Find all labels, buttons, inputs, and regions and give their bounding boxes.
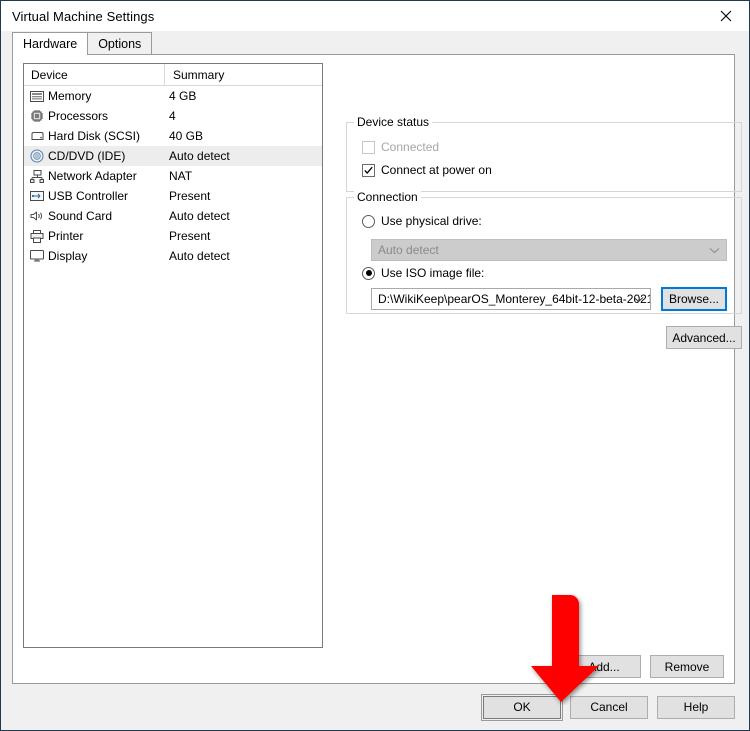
close-icon[interactable] bbox=[703, 1, 749, 31]
hardware-tab-panel: Device Summary Memory 4 GB Processors 4 … bbox=[12, 54, 742, 684]
connection-group: Connection Use physical drive: Auto dete… bbox=[346, 191, 742, 314]
device-summary: NAT bbox=[169, 169, 193, 183]
usb-controller-icon bbox=[29, 188, 45, 204]
iso-path-value: D:\WikiKeep\pearOS_Monterey_64bit-12-bet… bbox=[378, 292, 650, 306]
device-name: Memory bbox=[48, 89, 92, 103]
column-header-device: Device bbox=[31, 67, 68, 82]
connected-checkbox-row: Connected bbox=[362, 140, 439, 154]
dialog-footer: OK Cancel Help bbox=[1, 684, 749, 730]
use-iso-image-radio[interactable] bbox=[362, 266, 375, 280]
connect-at-power-on-row[interactable]: Connect at power on bbox=[362, 163, 492, 177]
window-title: Virtual Machine Settings bbox=[12, 8, 155, 24]
device-summary: Auto detect bbox=[169, 149, 230, 163]
virtual-machine-settings-window: Virtual Machine Settings Hardware Option… bbox=[0, 0, 750, 731]
table-row[interactable]: Sound Card Auto detect bbox=[24, 206, 322, 226]
tab-strip: Hardware Options bbox=[1, 31, 749, 55]
device-summary: Present bbox=[169, 189, 211, 203]
cd-dvd-icon bbox=[29, 148, 45, 164]
device-name: Sound Card bbox=[48, 209, 113, 223]
table-row[interactable]: Network Adapter NAT bbox=[24, 166, 322, 186]
connected-label: Connected bbox=[381, 140, 440, 154]
table-row[interactable]: Processors 4 bbox=[24, 106, 322, 126]
connect-at-power-on-label: Connect at power on bbox=[381, 163, 492, 177]
device-summary: 4 GB bbox=[169, 89, 197, 103]
iso-path-combobox[interactable]: D:\WikiKeep\pearOS_Monterey_64bit-12-bet… bbox=[371, 288, 651, 310]
physical-drive-dropdown: Auto detect bbox=[371, 239, 727, 261]
device-summary: Auto detect bbox=[169, 209, 230, 223]
use-physical-drive-label: Use physical drive: bbox=[381, 214, 482, 228]
device-list-buttons: Add... Remove bbox=[13, 655, 734, 678]
physical-drive-value: Auto detect bbox=[378, 243, 439, 257]
table-row[interactable]: Display Auto detect bbox=[24, 246, 322, 266]
table-row[interactable]: USB Controller Present bbox=[24, 186, 322, 206]
hard-disk-icon bbox=[29, 128, 45, 144]
use-iso-image-label: Use ISO image file: bbox=[381, 266, 485, 280]
tab-hardware-label: Hardware bbox=[23, 37, 78, 51]
device-name: CD/DVD (IDE) bbox=[48, 149, 126, 163]
device-summary: Auto detect bbox=[169, 249, 230, 263]
memory-icon bbox=[29, 88, 45, 104]
cancel-button[interactable]: Cancel bbox=[570, 695, 648, 719]
table-row[interactable]: CD/DVD (IDE) Auto detect bbox=[24, 146, 322, 166]
tab-options-label: Options bbox=[98, 36, 142, 51]
table-row[interactable]: Memory 4 GB bbox=[24, 86, 322, 106]
table-row[interactable]: Hard Disk (SCSI) 40 GB bbox=[24, 126, 322, 146]
device-name: Network Adapter bbox=[48, 169, 137, 183]
device-status-title: Device status bbox=[354, 116, 433, 129]
table-row[interactable]: Printer Present bbox=[24, 226, 322, 246]
device-list-header: Device Summary bbox=[24, 64, 322, 86]
remove-button[interactable]: Remove bbox=[650, 655, 724, 678]
device-name: Printer bbox=[48, 229, 84, 243]
network-adapter-icon bbox=[29, 168, 45, 184]
help-button[interactable]: Help bbox=[657, 695, 735, 719]
device-name: USB Controller bbox=[48, 189, 129, 203]
add-button[interactable]: Add... bbox=[567, 655, 641, 678]
device-name: Processors bbox=[48, 109, 109, 123]
use-iso-image-row[interactable]: Use ISO image file: bbox=[362, 266, 484, 280]
chevron-down-icon bbox=[709, 243, 720, 257]
column-header-summary: Summary bbox=[173, 67, 225, 82]
printer-icon bbox=[29, 228, 45, 244]
device-summary: Present bbox=[169, 229, 211, 243]
use-physical-drive-radio[interactable] bbox=[362, 214, 375, 228]
tab-options[interactable]: Options bbox=[87, 32, 153, 54]
tab-hardware[interactable]: Hardware bbox=[12, 32, 89, 55]
device-status-group: Device status Connected Connect at power… bbox=[346, 116, 742, 192]
display-icon bbox=[29, 248, 45, 264]
sound-card-icon bbox=[29, 208, 45, 224]
processor-icon bbox=[29, 108, 45, 124]
title-bar: Virtual Machine Settings bbox=[1, 1, 749, 31]
advanced-button[interactable]: Advanced... bbox=[666, 326, 742, 349]
connection-title: Connection bbox=[354, 191, 421, 204]
device-summary: 4 bbox=[169, 109, 176, 123]
browse-button[interactable]: Browse... bbox=[661, 287, 727, 311]
device-list[interactable]: Device Summary Memory 4 GB Processors 4 … bbox=[23, 63, 323, 648]
ok-button[interactable]: OK bbox=[481, 693, 563, 721]
device-summary: 40 GB bbox=[169, 129, 204, 143]
use-physical-drive-row[interactable]: Use physical drive: bbox=[362, 214, 482, 228]
connect-at-power-on-checkbox[interactable] bbox=[362, 163, 375, 177]
connected-checkbox bbox=[362, 140, 375, 154]
device-name: Display bbox=[48, 249, 88, 263]
device-name: Hard Disk (SCSI) bbox=[48, 129, 141, 143]
